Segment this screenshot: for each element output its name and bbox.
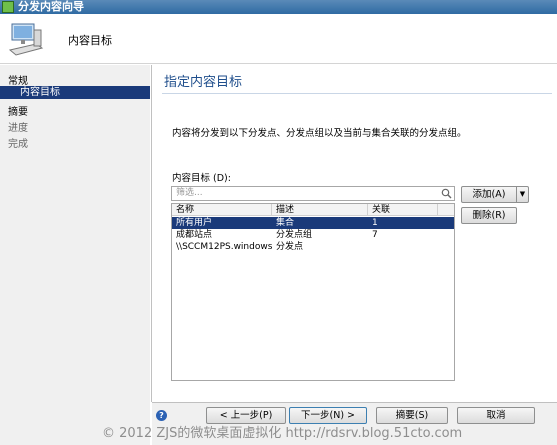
- nav-item-completion[interactable]: 完成: [8, 135, 28, 150]
- table-header: 名称 描述 关联: [172, 204, 454, 216]
- chevron-down-icon[interactable]: ▼: [516, 187, 528, 202]
- cell-associations: 1: [372, 218, 378, 228]
- page-title: 指定内容目标: [164, 75, 243, 90]
- cell-associations: 7: [372, 230, 378, 240]
- title-rule: [162, 93, 552, 94]
- cell-name: 所有用户: [176, 218, 213, 228]
- targets-label: 内容目标 (D):: [172, 173, 231, 184]
- remove-button[interactable]: 删除(R): [461, 207, 517, 224]
- help-icon[interactable]: ?: [156, 410, 167, 421]
- targets-table: 名称 描述 关联 所有用户 集合 1 成都站点 分发点组 7 \\SCCM12P…: [171, 203, 455, 381]
- nav-item-general[interactable]: 常规: [8, 72, 28, 87]
- nav-item-summary[interactable]: 摘要: [8, 103, 28, 118]
- cell-name: \\SCCM12PS.windows...: [176, 242, 272, 252]
- nav-item-label: 内容目标: [20, 87, 60, 98]
- cell-description: 分发点组: [276, 230, 313, 240]
- cell-description: 分发点: [276, 242, 304, 252]
- table-row[interactable]: 成都站点 分发点组 7: [172, 229, 454, 241]
- cell-name: 成都站点: [176, 230, 213, 240]
- search-icon[interactable]: [441, 188, 452, 199]
- content-pane: 指定内容目标 内容将分发到以下分发点、分发点组以及当前与集合关联的分发点组。 内…: [152, 65, 557, 402]
- add-button-label: 添加(A): [472, 189, 506, 200]
- cancel-button[interactable]: 取消: [457, 407, 535, 424]
- watermark: © 2012 ZJS的微软桌面虚拟化 http://rdsrv.blog.51c…: [102, 426, 463, 441]
- filter-placeholder: 筛选...: [176, 188, 203, 198]
- column-header-description[interactable]: 描述: [272, 204, 368, 216]
- column-header-name[interactable]: 名称: [172, 204, 272, 216]
- nav-item-progress[interactable]: 进度: [8, 119, 28, 134]
- wizard-nav: 常规 内容目标 摘要 进度 完成: [0, 65, 150, 445]
- header-title: 内容目标: [68, 34, 112, 47]
- table-row[interactable]: \\SCCM12PS.windows... 分发点: [172, 241, 454, 253]
- wizard-icon: [2, 1, 14, 13]
- column-header-associations[interactable]: 关联: [368, 204, 438, 216]
- table-row[interactable]: 所有用户 集合 1: [172, 217, 454, 229]
- add-button[interactable]: 添加(A) ▼: [461, 186, 529, 203]
- page-description: 内容将分发到以下分发点、分发点组以及当前与集合关联的分发点组。: [172, 128, 467, 139]
- filter-input[interactable]: 筛选...: [171, 186, 455, 201]
- cell-description: 集合: [276, 218, 295, 228]
- nav-item-content-targets[interactable]: 内容目标: [0, 86, 150, 99]
- wizard-header: 内容目标: [0, 14, 557, 64]
- computer-icon: [8, 23, 44, 56]
- window-title: 分发内容向导: [18, 0, 84, 13]
- title-bar: 分发内容向导: [0, 0, 557, 14]
